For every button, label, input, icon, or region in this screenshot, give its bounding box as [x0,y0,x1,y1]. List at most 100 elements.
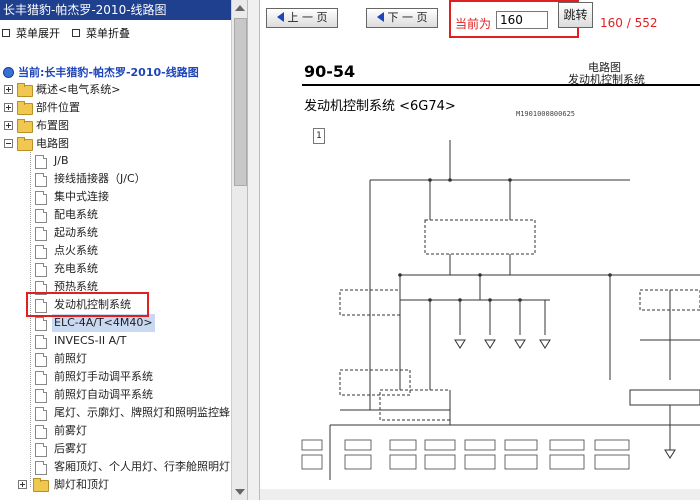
tree-item-label: 前照灯 [54,352,87,365]
collapse-menu-label: 菜单折叠 [86,27,130,40]
tree-item[interactable]: 点火系统 [0,242,231,260]
next-page-button[interactable]: 下 一 页 [366,8,438,28]
tree-panel-title: 长丰猎豹-帕杰罗-2010-线路图 [0,0,234,20]
tree-item[interactable]: 充电系统 [0,260,231,278]
document-icon [35,209,47,223]
document-icon [35,191,47,205]
document-icon [35,407,47,421]
wiring-lines [329,140,700,480]
wiring-diagram [301,140,700,480]
tree-item[interactable]: J/B [0,152,231,170]
tree-item[interactable]: 后雾灯 [0,440,231,458]
jump-button[interactable]: 跳转 [558,2,593,28]
header-rule [302,84,700,86]
left-arrow-icon [376,12,384,22]
tree-item[interactable]: 前雾灯 [0,422,231,440]
tree-item-label: 集中式连接 [54,190,109,203]
prev-page-button[interactable]: 上 一 页 [266,8,338,28]
tree-item[interactable]: 接线插接器（J/C） [0,170,231,188]
tree-folder-component-location[interactable]: 部件位置 [0,99,231,117]
document-icon [35,461,47,475]
tree-scrollbar[interactable] [231,0,247,500]
document-icon [35,425,47,439]
scroll-up-arrow-icon[interactable] [235,5,245,11]
scrollbar-thumb[interactable] [234,18,247,186]
collapse-menu-button[interactable]: 菜单折叠 [72,27,130,41]
tree-folder-overview[interactable]: 概述<电气系统> [0,81,231,99]
viewer-horizontal-scrollbar[interactable] [260,489,700,500]
tree-item-label: 前照灯手动调平系统 [54,370,153,383]
document-viewer: 上 一 页 下 一 页 当前为 跳转 160 / 552 90-54 电路图 发… [260,0,700,500]
page-count: 160 / 552 [600,16,658,30]
expand-plus-icon[interactable] [4,103,13,112]
tree-item-label: 尾灯、示廓灯、牌照灯和照明监控蜂 [54,406,230,419]
folder-icon [33,478,49,492]
document-icon [35,155,47,169]
tree-item[interactable]: 尾灯、示廓灯、牌照灯和照明监控蜂 [0,404,231,422]
tree-item[interactable]: 前照灯手动调平系统 [0,368,231,386]
folder-icon [17,101,33,115]
expand-plus-icon[interactable] [4,85,13,94]
folder-icon [17,83,33,97]
tree-item[interactable]: INVECS-II A/T [0,332,231,350]
tree-item-label: 充电系统 [54,262,98,275]
document-icon [35,389,47,403]
scroll-down-arrow-icon[interactable] [235,489,245,495]
tree-item-label: 配电系统 [54,208,98,221]
tree-item[interactable]: 客厢顶灯、个人用灯、行李舱照明灯 [0,458,231,476]
tree-item-label: 前照灯自动调平系统 [54,388,153,401]
current-page-label: 当前为 [455,17,492,31]
document-icon [35,245,47,259]
highlight-box-engine-control [26,292,149,317]
left-arrow-icon [276,12,284,22]
folder-open-icon [17,137,33,151]
page-number-input[interactable] [496,11,548,29]
folder-icon [17,119,33,133]
expand-menu-button[interactable]: 菜单展开 [2,27,60,41]
tree-item-label: INVECS-II A/T [54,334,127,347]
collapse-minus-icon[interactable] [4,139,13,148]
expand-plus-icon[interactable] [18,480,27,489]
tree-item-label: 客厢顶灯、个人用灯、行李舱照明灯 [54,460,230,473]
tree-folder-label: 电路图 [36,137,69,150]
tree-item[interactable]: 配电系统 [0,206,231,224]
tree-item-label: 起动系统 [54,226,98,239]
tree-item[interactable]: 前照灯 [0,350,231,368]
document-icon [35,371,47,385]
navigation-tree-panel: 长丰猎豹-帕杰罗-2010-线路图 菜单展开 菜单折叠 当前:长丰猎豹-帕杰罗-… [0,0,247,500]
connector-boxes [301,439,630,470]
panel-splitter[interactable] [247,0,260,500]
globe-icon [3,67,14,78]
document-subtitle: 发动机控制系统 <6G74> [304,99,456,114]
tree-folder-footlights[interactable]: 脚灯和顶灯 [0,476,231,494]
document-icon [35,353,47,367]
tree-folder-circuit-diagram[interactable]: 电路图 [0,135,231,153]
tree-root-item[interactable]: 当前:长丰猎豹-帕杰罗-2010-线路图 [0,64,231,82]
prev-page-label: 上 一 页 [287,11,328,24]
document-icon [35,173,47,187]
document-icon [35,335,47,349]
expand-menu-label: 菜单展开 [16,27,60,40]
document-icon [35,443,47,457]
tree-folder-label: 概述<电气系统> [36,83,121,96]
document-icon [35,263,47,277]
tree-folder-label: 布置图 [36,119,69,132]
tree-item[interactable]: 前照灯自动调平系统 [0,386,231,404]
document-icon [35,227,47,241]
tree-item-label: 点火系统 [54,244,98,257]
tree-item-label: 后雾灯 [54,442,87,455]
expand-plus-icon[interactable] [4,121,13,130]
next-page-label: 下 一 页 [387,11,428,24]
tree-item[interactable]: 集中式连接 [0,188,231,206]
document-icon [35,317,47,331]
tree-folder-layout[interactable]: 布置图 [0,117,231,135]
tree-item[interactable]: 起动系统 [0,224,231,242]
tree-folder-label: 脚灯和顶灯 [54,478,109,491]
document-code: M1901000800625 [516,110,576,118]
section-number: 90-54 [304,62,356,81]
collapse-icon [72,29,80,37]
tree-root-label: 当前:长丰猎豹-帕杰罗-2010-线路图 [18,66,199,79]
tree-folder-label: 部件位置 [36,101,80,114]
expand-icon [2,29,10,37]
tree-item-label: J/B [54,154,69,167]
